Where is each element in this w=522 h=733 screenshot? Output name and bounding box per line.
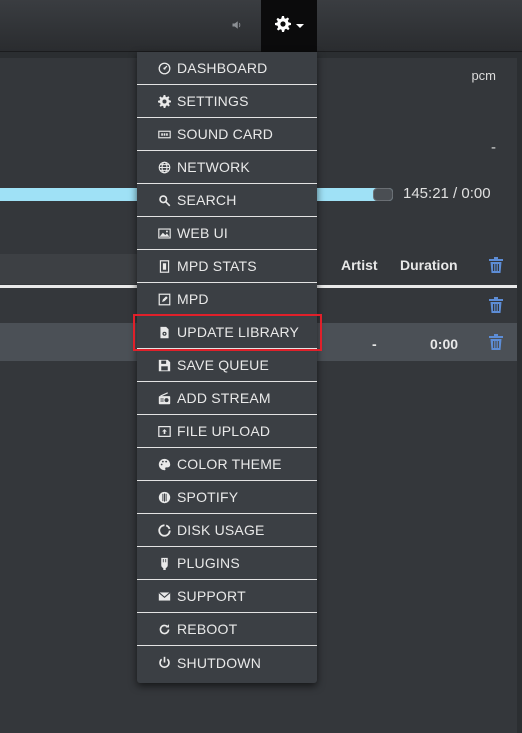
status-text: - bbox=[491, 139, 496, 156]
palette-icon bbox=[157, 457, 171, 471]
menu-item-sound-card[interactable]: SOUND CARD bbox=[137, 118, 317, 151]
menu-item-label: ADD STREAM bbox=[177, 390, 271, 406]
menu-item-add-stream[interactable]: ADD STREAM bbox=[137, 382, 317, 415]
settings-dropdown-menu: DASHBOARD SETTINGS SOUND CARD NETWORK SE… bbox=[137, 52, 317, 683]
menu-item-label: SHUTDOWN bbox=[177, 654, 262, 671]
menu-item-plugins[interactable]: PLUGINS bbox=[137, 547, 317, 580]
menu-item-shutdown[interactable]: SHUTDOWN bbox=[137, 646, 317, 679]
menu-item-spotify[interactable]: SPOTIFY bbox=[137, 481, 317, 514]
settings-menu-button[interactable] bbox=[261, 0, 317, 52]
gear-icon bbox=[274, 15, 291, 37]
menu-item-label: SETTINGS bbox=[177, 93, 249, 109]
menu-item-label: SPOTIFY bbox=[177, 489, 239, 505]
gear-icon bbox=[157, 94, 171, 108]
menu-item-color-theme[interactable]: COLOR THEME bbox=[137, 448, 317, 481]
menu-item-label: MPD STATS bbox=[177, 258, 257, 274]
menu-item-file-upload[interactable]: FILE UPLOAD bbox=[137, 415, 317, 448]
menu-item-label: MPD bbox=[177, 291, 209, 307]
menu-item-label: SEARCH bbox=[177, 192, 237, 208]
output-label: pcm bbox=[471, 68, 496, 83]
menu-item-label: SAVE QUEUE bbox=[177, 357, 269, 373]
stats-icon bbox=[157, 259, 171, 273]
radio-icon bbox=[157, 391, 171, 405]
soundcard-icon bbox=[157, 127, 171, 141]
column-header-artist[interactable]: Artist bbox=[341, 257, 378, 273]
chevron-down-icon bbox=[295, 24, 304, 28]
menu-item-label: COLOR THEME bbox=[177, 456, 282, 472]
image-icon bbox=[157, 226, 171, 240]
edit-icon bbox=[157, 292, 171, 306]
time-readout: 145:21 / 0:00 bbox=[403, 185, 491, 202]
top-navbar bbox=[0, 0, 522, 52]
menu-item-label: FILE UPLOAD bbox=[177, 423, 271, 439]
speaker-icon[interactable] bbox=[226, 12, 248, 38]
row-duration: 0:00 bbox=[430, 336, 459, 352]
save-icon bbox=[157, 358, 171, 372]
queue-header-cell bbox=[0, 254, 140, 284]
menu-item-settings[interactable]: SETTINGS bbox=[137, 85, 317, 118]
trash-icon[interactable] bbox=[489, 297, 503, 313]
spotify-icon bbox=[157, 490, 171, 504]
menu-item-reboot[interactable]: REBOOT bbox=[137, 613, 317, 646]
trash-icon[interactable] bbox=[489, 257, 503, 273]
row-artist: - bbox=[372, 336, 377, 352]
power-icon bbox=[157, 656, 171, 670]
menu-item-update-library[interactable]: UPDATE LIBRARY bbox=[137, 316, 317, 349]
menu-item-label: NETWORK bbox=[177, 159, 250, 175]
menu-item-disk-usage[interactable]: DISK USAGE bbox=[137, 514, 317, 547]
disk-usage-icon bbox=[157, 523, 171, 537]
menu-item-label: REBOOT bbox=[177, 621, 238, 637]
menu-item-label: DASHBOARD bbox=[177, 60, 268, 76]
dashboard-icon bbox=[157, 61, 171, 75]
upload-icon bbox=[157, 424, 171, 438]
globe-icon bbox=[157, 160, 171, 174]
trash-icon[interactable] bbox=[489, 334, 503, 350]
search-icon bbox=[157, 193, 171, 207]
column-header-duration[interactable]: Duration bbox=[400, 257, 458, 273]
menu-item-mpd-stats[interactable]: MPD STATS bbox=[137, 250, 317, 283]
envelope-icon bbox=[157, 589, 171, 603]
plug-icon bbox=[157, 556, 171, 570]
menu-item-label: PLUGINS bbox=[177, 555, 240, 571]
menu-item-support[interactable]: SUPPORT bbox=[137, 580, 317, 613]
database-icon bbox=[157, 325, 171, 339]
menu-item-search[interactable]: SEARCH bbox=[137, 184, 317, 217]
menu-item-label: DISK USAGE bbox=[177, 522, 265, 538]
menu-item-save-queue[interactable]: SAVE QUEUE bbox=[137, 349, 317, 382]
menu-item-label: SOUND CARD bbox=[177, 126, 274, 142]
menu-item-label: SUPPORT bbox=[177, 588, 246, 604]
refresh-icon bbox=[157, 622, 171, 636]
progress-handle[interactable] bbox=[373, 188, 393, 201]
menu-item-web-ui[interactable]: WEB UI bbox=[137, 217, 317, 250]
menu-item-network[interactable]: NETWORK bbox=[137, 151, 317, 184]
menu-item-label: UPDATE LIBRARY bbox=[177, 324, 300, 340]
menu-item-dashboard[interactable]: DASHBOARD bbox=[137, 52, 317, 85]
menu-item-mpd[interactable]: MPD bbox=[137, 283, 317, 316]
menu-item-label: WEB UI bbox=[177, 225, 228, 241]
